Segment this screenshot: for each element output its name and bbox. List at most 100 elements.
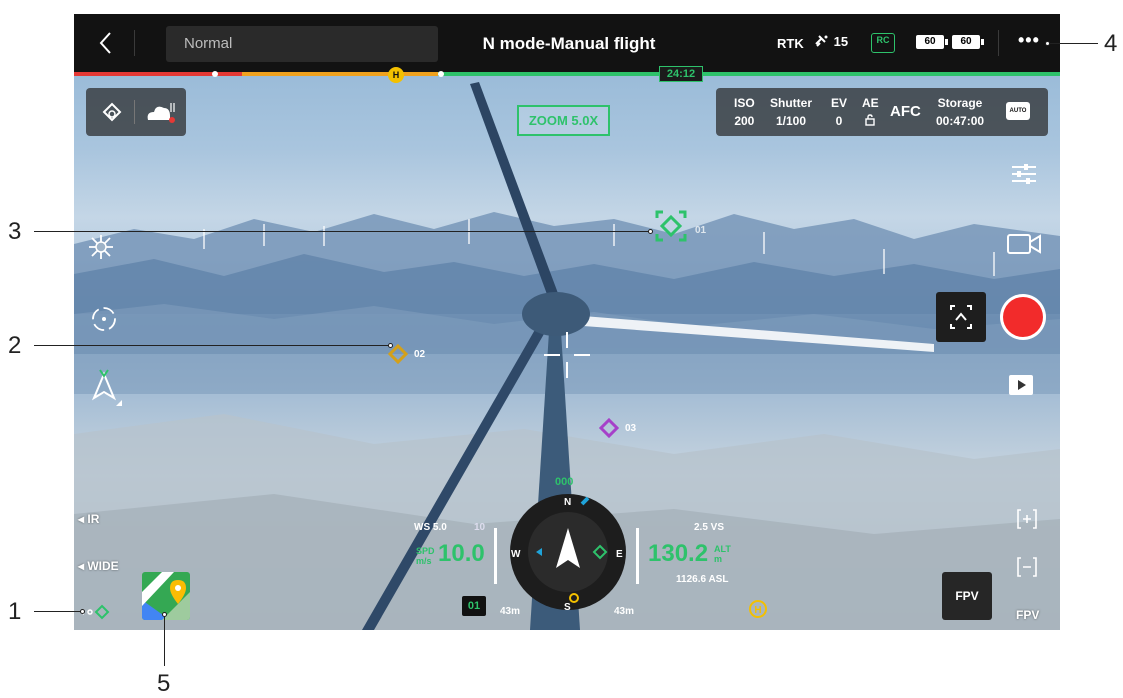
spd-unit: m/s [416, 556, 432, 566]
compass-north: N [564, 497, 572, 508]
fpv-view-button[interactable]: FPV [942, 572, 992, 620]
storage-info[interactable]: Storage 00:47:00 [936, 95, 984, 129]
alt-label: ALT [714, 544, 731, 554]
speed-scale [494, 528, 497, 584]
callout-2: 2 [8, 332, 22, 359]
wind-speed-unit: 10 [474, 522, 486, 533]
shutter-value: 1/100 [775, 114, 807, 128]
home-point-marker: H [388, 67, 404, 83]
waypoint-02-label: 02 [414, 349, 426, 360]
callout-1-line [34, 611, 82, 612]
auto-mode-icon[interactable]: AUTO [1006, 102, 1030, 120]
callout-2-line [34, 345, 390, 346]
aircraft-battery[interactable]: 60 [916, 35, 948, 49]
callout-2-dot [388, 343, 393, 348]
heading-value: 000 [555, 476, 574, 488]
compass-south: S [564, 602, 571, 613]
cloud-upload-icon[interactable] [144, 98, 178, 126]
fpv-switch-label[interactable]: FPV [1016, 608, 1039, 622]
altitude-value: 130.2 [648, 540, 709, 567]
callout-5-dot [162, 612, 167, 617]
center-crosshair-icon [544, 332, 590, 378]
aircraft-direction-icon[interactable] [90, 368, 126, 406]
target-reticle-icon[interactable] [89, 304, 119, 334]
iso-value: 200 [734, 114, 755, 128]
iso-label: ISO [734, 96, 755, 110]
callout-5-line [164, 616, 165, 666]
callout-1-dot [80, 609, 85, 614]
light-beam-icon[interactable] [86, 232, 116, 262]
callout-3: 3 [8, 218, 22, 245]
wind-speed: WS 5.0 [414, 522, 447, 533]
ev-value: 0 [835, 114, 843, 128]
flight-mode-title: N mode-Manual flight [482, 34, 656, 53]
waypoint-03-label: 03 [625, 423, 637, 434]
video-camera-icon[interactable] [1006, 232, 1042, 256]
camera-view: Normal N mode-Manual flight RTK 15 RC 60… [74, 14, 1060, 630]
home-point-icon: H [749, 600, 767, 618]
settings-sliders-icon[interactable] [1010, 162, 1038, 186]
zoom-in-icon[interactable] [1016, 508, 1038, 530]
altitude-scale [636, 528, 639, 584]
ae-lock[interactable]: AE [862, 95, 879, 129]
waypoint-01-marker[interactable] [655, 210, 687, 242]
top-bar: Normal N mode-Manual flight RTK 15 RC 60… [74, 14, 1060, 74]
smart-track-button[interactable] [936, 292, 986, 342]
callout-3-dot [648, 229, 653, 234]
playback-icon[interactable] [1008, 374, 1034, 396]
distance-right: 43m [614, 606, 635, 617]
alt-unit: m [714, 554, 723, 564]
camera-settings-panel[interactable]: ISO 200 Shutter 1/100 EV 0 AE AFC Storag… [716, 88, 1048, 136]
distance-left: 43m [500, 606, 521, 617]
callout-4-line [1050, 43, 1098, 44]
zoom-indicator[interactable]: ZOOM 5.0X [517, 105, 610, 136]
callout-3-line [34, 231, 650, 232]
ir-camera-switch[interactable]: ◂ IR [78, 512, 99, 526]
satellite-count: 15 [833, 34, 849, 49]
compass-attitude-ball[interactable] [508, 492, 628, 612]
zoom-out-icon[interactable] [1016, 556, 1038, 578]
progress-waypoint-marker [438, 71, 444, 77]
map-pin-signal-icon[interactable] [100, 100, 124, 124]
divider [998, 30, 999, 56]
wide-label: WIDE [87, 559, 119, 573]
progress-orange-segment [242, 72, 438, 76]
ae-label: AE [862, 96, 879, 110]
speed-label: SPD m/s [416, 546, 435, 566]
progress-green-segment [438, 72, 1060, 76]
rtk-status[interactable]: RTK [777, 36, 804, 51]
satellite-status[interactable]: 15 [814, 34, 848, 49]
flight-mode-selector[interactable]: Normal [166, 26, 438, 62]
rc-signal-badge[interactable]: RC [871, 33, 895, 53]
progress-waypoint-marker [212, 71, 218, 77]
flight-progress-bar [74, 71, 1060, 77]
waypoint-03-marker[interactable] [599, 418, 619, 438]
back-button[interactable] [92, 28, 120, 58]
satellite-icon [815, 35, 828, 47]
afc-mode[interactable]: AFC [890, 103, 921, 120]
speed-value: 10.0 [438, 540, 485, 567]
ev-setting[interactable]: EV 0 [831, 95, 847, 129]
spd-label: SPD [416, 546, 435, 556]
callout-4-dot [1045, 41, 1050, 46]
rc-battery[interactable]: 60 [952, 35, 984, 49]
wide-camera-switch[interactable]: ◂ WIDE [78, 559, 119, 573]
waypoint-tag[interactable]: 01 [462, 596, 486, 616]
storage-value: 00:47:00 [936, 114, 985, 128]
map-weather-panel [86, 88, 186, 136]
more-menu-button[interactable]: ••• [1018, 30, 1040, 51]
ir-label: IR [87, 512, 100, 526]
divider [134, 100, 135, 124]
callout-4: 4 [1104, 30, 1118, 57]
altitude-asl: 1126.6 ASL [676, 574, 729, 585]
callout-1: 1 [8, 598, 22, 625]
shutter-setting[interactable]: Shutter 1/100 [770, 95, 812, 129]
record-button[interactable] [1000, 294, 1046, 340]
waypoint-01-label: 01 [695, 225, 707, 236]
divider [134, 30, 135, 56]
iso-setting[interactable]: ISO 200 [734, 95, 755, 129]
altitude-label: ALT m [714, 544, 731, 564]
flight-time-remaining: 24:12 [659, 66, 703, 82]
storage-label: Storage [937, 96, 983, 110]
smart-track-icon [950, 305, 972, 329]
